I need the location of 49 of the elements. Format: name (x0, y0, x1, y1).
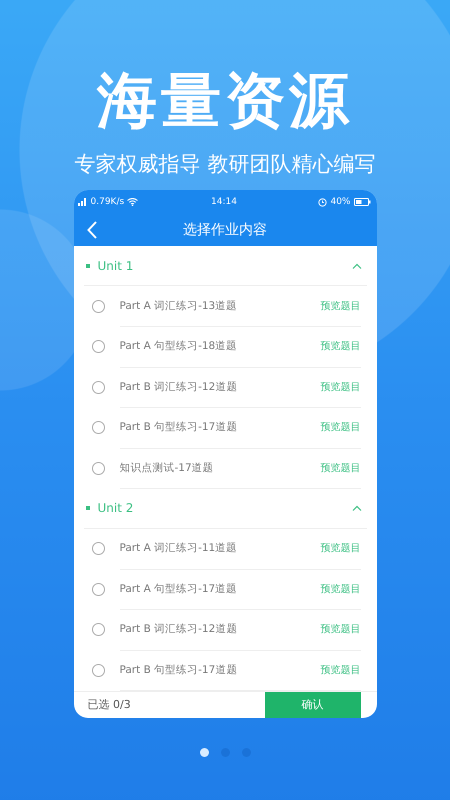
radio-button[interactable] (92, 582, 104, 596)
network-speed: 0.79K/s (90, 197, 124, 207)
radio-button[interactable] (92, 623, 104, 636)
preview-link[interactable]: 预览题目 (320, 298, 360, 313)
preview-link[interactable]: 预览题目 (320, 420, 360, 434)
preview-link[interactable]: 预览题目 (320, 460, 360, 475)
exercise-title: 知识点测试-17道题 (120, 460, 214, 475)
radio-button[interactable] (92, 421, 104, 434)
headline: 海量资源 (97, 68, 353, 134)
confirm-button[interactable]: 确认 (264, 692, 360, 718)
preview-link[interactable]: 预览题目 (320, 339, 360, 354)
radio-button[interactable] (92, 300, 104, 313)
radio-button[interactable] (92, 664, 104, 677)
unit-header[interactable]: Unit 1 (84, 246, 366, 286)
preview-link[interactable]: 预览题目 (320, 622, 360, 636)
preview-link[interactable]: 预览题目 (320, 380, 360, 394)
clock-time: 14:14 (211, 197, 237, 207)
radio-button[interactable] (92, 380, 104, 394)
radio-button[interactable] (92, 542, 104, 556)
exercise-title: Part B 词汇练习-12道题 (120, 622, 238, 636)
exercise-title: Part B 句型练习-17道题 (120, 420, 238, 434)
signal-icon (78, 198, 88, 206)
exercise-title: Part B 句型练习-17道题 (120, 662, 238, 677)
chevron-icon[interactable] (352, 262, 362, 268)
screen-title: 选择作业内容 (183, 221, 267, 239)
bullet-icon (86, 264, 90, 268)
radio-button[interactable] (92, 340, 104, 354)
subtitle: 专家权威指导 教研团队精心编写 (74, 151, 376, 178)
page-dot[interactable] (200, 748, 208, 756)
exercise-title: Part A 句型练习-17道题 (120, 582, 238, 596)
bullet-icon (86, 506, 90, 510)
alarm-icon (318, 198, 328, 206)
unit-name: Unit 1 (98, 258, 134, 272)
preview-link[interactable]: 预览题目 (320, 541, 360, 556)
exercise-title: Part A 词汇练习-11道题 (120, 541, 238, 556)
battery-icon (354, 198, 370, 206)
unit-header[interactable]: Unit 2 (84, 488, 366, 528)
radio-button[interactable] (92, 462, 104, 475)
chevron-icon[interactable] (352, 505, 362, 511)
preview-link[interactable]: 预览题目 (320, 662, 360, 677)
selected-count: 已选 0/3 (88, 697, 131, 712)
back-icon[interactable] (86, 221, 96, 239)
preview-link[interactable]: 预览题目 (320, 582, 360, 596)
exercise-title: Part A 词汇练习-13道题 (120, 298, 238, 313)
battery-percent: 40% (330, 197, 350, 207)
exercise-title: Part B 词汇练习-12道题 (120, 380, 238, 394)
exercise-title: Part A 句型练习-18道题 (120, 339, 238, 354)
wifi-icon (127, 198, 138, 206)
unit-name: Unit 2 (98, 501, 134, 515)
